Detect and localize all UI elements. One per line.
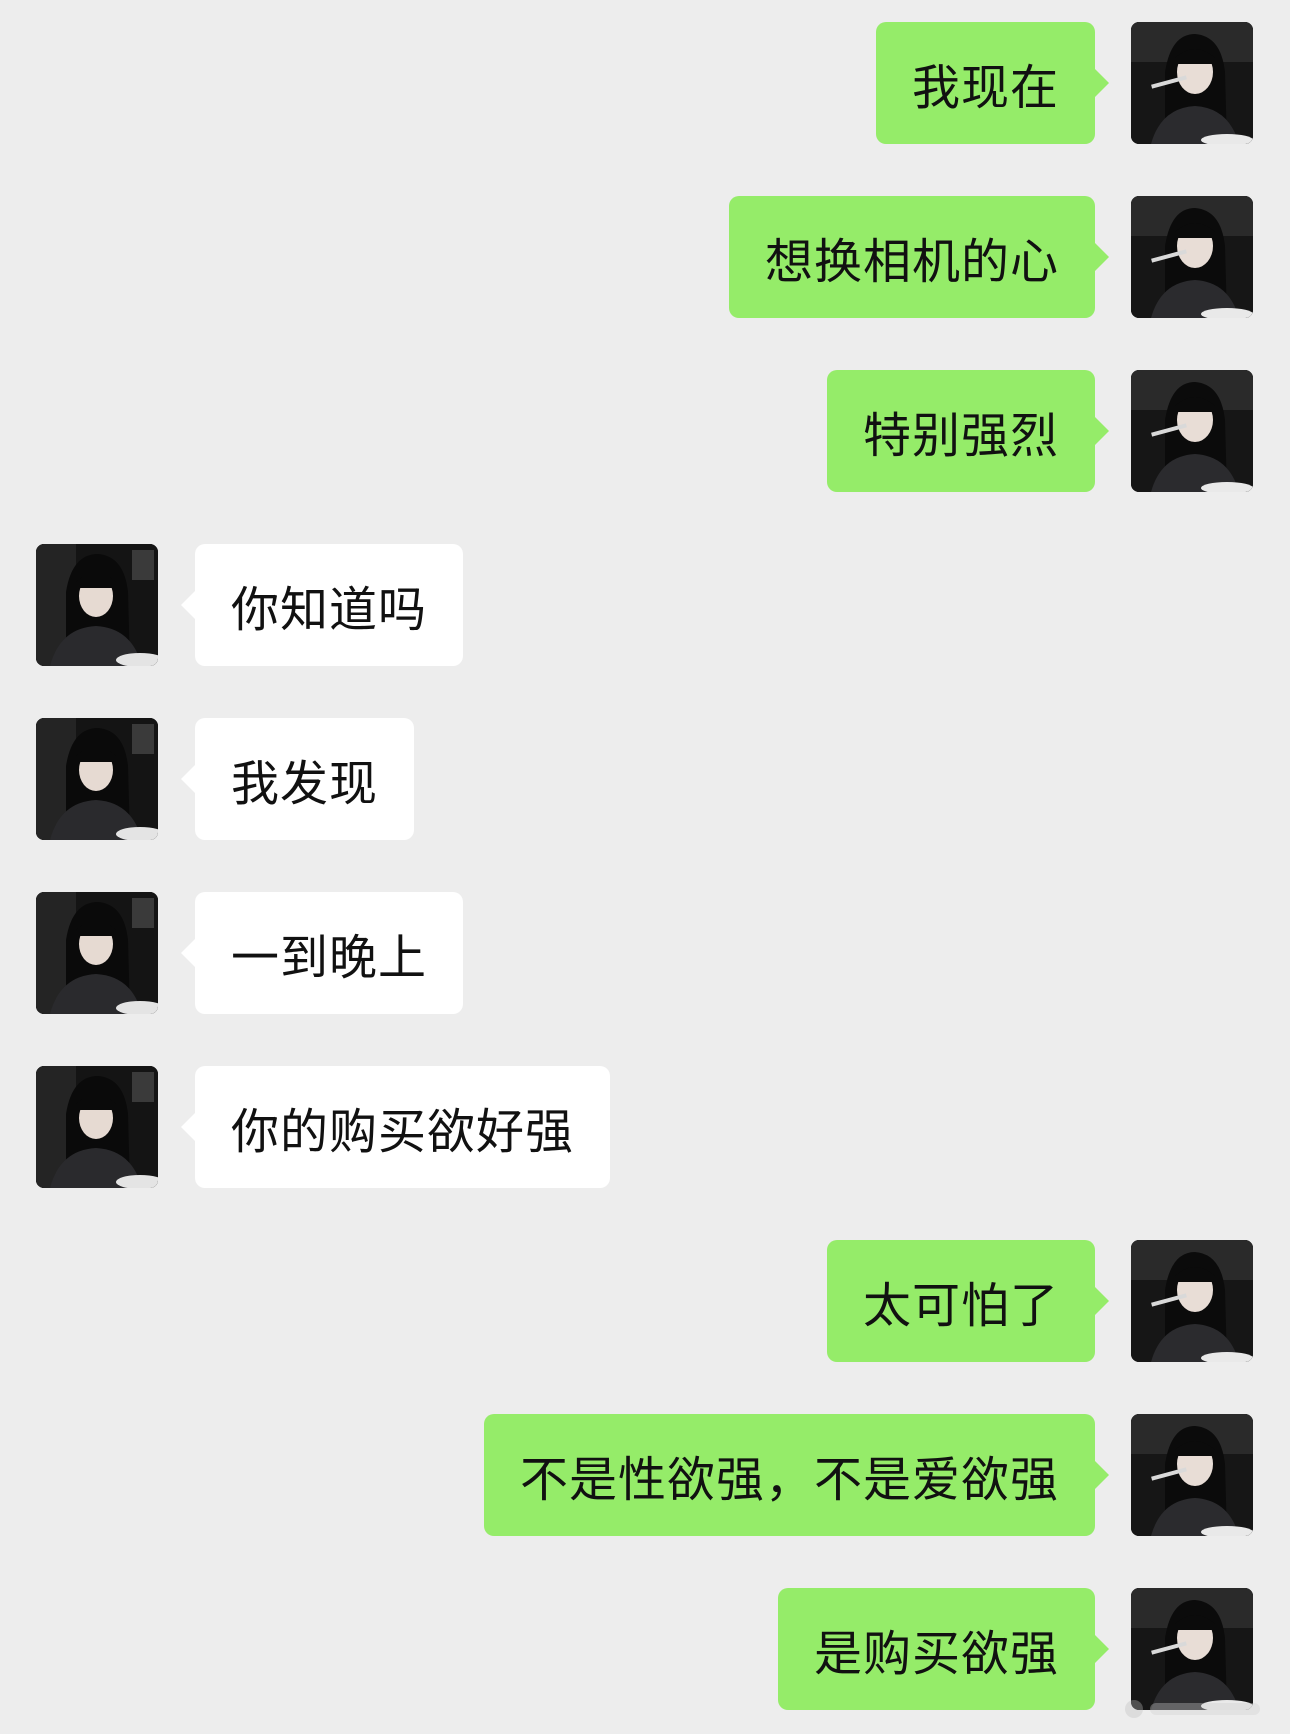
message-row-sent: 是购买欲强: [0, 1588, 1290, 1710]
avatar-photo-icon: [36, 1066, 158, 1188]
message-row-received: 你知道吗: [0, 544, 1290, 666]
avatar-self[interactable]: [1131, 1588, 1253, 1710]
message-row-sent: 想换相机的心: [0, 196, 1290, 318]
avatar-contact[interactable]: [36, 718, 158, 840]
avatar-photo-icon: [1131, 22, 1253, 144]
avatar-photo-icon: [1131, 370, 1253, 492]
avatar-self[interactable]: [1131, 22, 1253, 144]
avatar-photo-icon: [36, 892, 158, 1014]
chat-message-list: 我现在 想换相机的心 特别强烈 你知道吗 我发现 一到晚上 你的购买欲好强 太可…: [0, 0, 1290, 1734]
message-bubble-sent[interactable]: 不是性欲强，不是爱欲强: [483, 1414, 1110, 1536]
message-row-received: 你的购买欲好强: [0, 1066, 1290, 1188]
message-row-sent: 特别强烈: [0, 370, 1290, 492]
message-bubble-received[interactable]: 一到晚上: [180, 892, 464, 1014]
message-row-received: 我发现: [0, 718, 1290, 840]
avatar-photo-icon: [36, 544, 158, 666]
watermark-icon: [1125, 1700, 1260, 1718]
avatar-self[interactable]: [1131, 196, 1253, 318]
avatar-photo-icon: [1131, 196, 1253, 318]
message-bubble-received[interactable]: 你知道吗: [180, 544, 464, 666]
avatar-self[interactable]: [1131, 1414, 1253, 1536]
message-bubble-sent[interactable]: 想换相机的心: [728, 196, 1110, 318]
message-bubble-received[interactable]: 你的购买欲好强: [180, 1066, 611, 1188]
avatar-photo-icon: [1131, 1414, 1253, 1536]
avatar-photo-icon: [36, 718, 158, 840]
message-row-sent: 太可怕了: [0, 1240, 1290, 1362]
message-row-sent: 我现在: [0, 22, 1290, 144]
avatar-self[interactable]: [1131, 370, 1253, 492]
avatar-photo-icon: [1131, 1240, 1253, 1362]
message-bubble-sent[interactable]: 是购买欲强: [777, 1588, 1110, 1710]
message-bubble-sent[interactable]: 太可怕了: [826, 1240, 1110, 1362]
message-bubble-received[interactable]: 我发现: [180, 718, 415, 840]
message-row-received: 一到晚上: [0, 892, 1290, 1014]
message-bubble-sent[interactable]: 我现在: [875, 22, 1110, 144]
message-bubble-sent[interactable]: 特别强烈: [826, 370, 1110, 492]
avatar-contact[interactable]: [36, 892, 158, 1014]
message-row-sent: 不是性欲强，不是爱欲强: [0, 1414, 1290, 1536]
avatar-contact[interactable]: [36, 1066, 158, 1188]
avatar-self[interactable]: [1131, 1240, 1253, 1362]
avatar-photo-icon: [1131, 1588, 1253, 1710]
avatar-contact[interactable]: [36, 544, 158, 666]
